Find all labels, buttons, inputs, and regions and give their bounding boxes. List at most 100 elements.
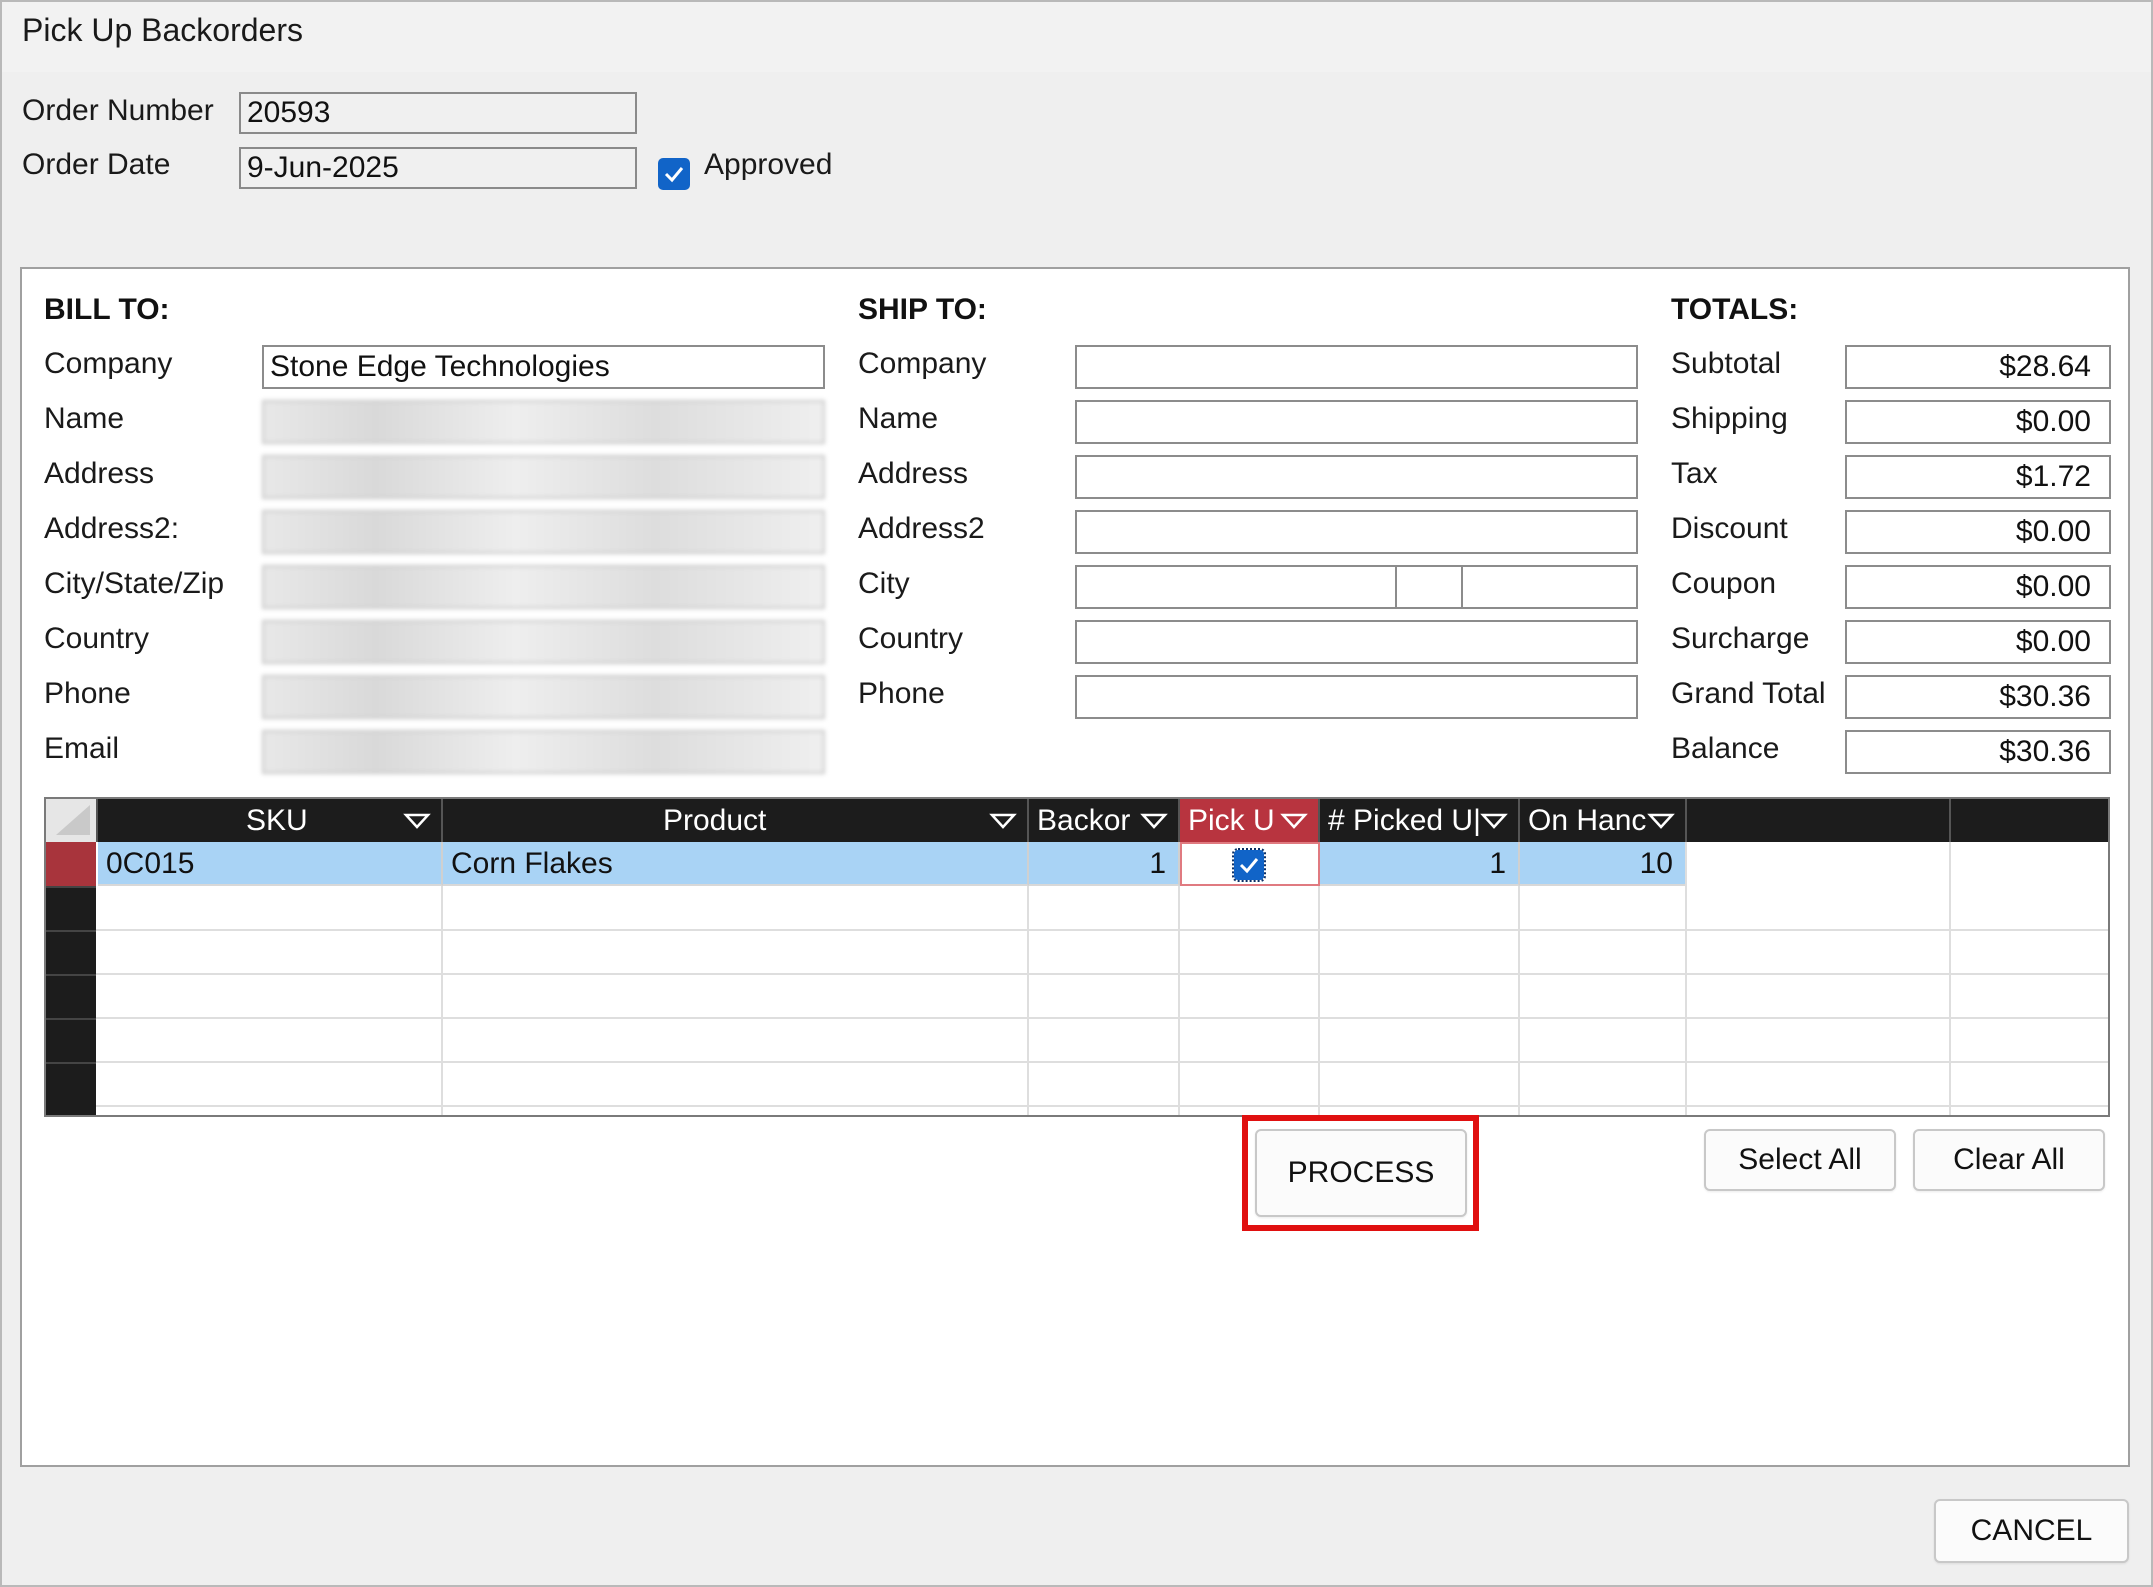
column-divider — [1949, 842, 1951, 1115]
filter-dropdown-icon[interactable] — [1280, 807, 1308, 833]
column-divider — [1027, 886, 1029, 1115]
backorder-grid[interactable]: SKU Product Backor Pick U # Picked U| On… — [44, 797, 2110, 1117]
column-header-product-label: Product — [663, 804, 767, 837]
column-divider — [441, 886, 443, 1115]
ship-company-field[interactable] — [1075, 345, 1638, 389]
ship-phone-label: Phone — [858, 677, 945, 710]
select-all-button-label: Select All — [1738, 1143, 1862, 1176]
clear-all-button-label: Clear All — [1953, 1143, 2065, 1176]
clear-all-button[interactable]: Clear All — [1913, 1129, 2105, 1191]
ship-country-field[interactable] — [1075, 620, 1638, 664]
tax-field: $1.72 — [1845, 455, 2111, 499]
balance-field: $30.36 — [1845, 730, 2111, 774]
discount-field: $0.00 — [1845, 510, 2111, 554]
bill-company-field[interactable]: Stone Edge Technologies — [262, 345, 825, 389]
bill-email-label: Email — [44, 732, 120, 765]
filter-dropdown-icon[interactable] — [1647, 807, 1675, 833]
current-row-indicator[interactable] — [46, 842, 96, 886]
order-date-field[interactable]: 9-Jun-2025 — [239, 147, 637, 189]
ship-to-header: SHIP TO: — [858, 293, 987, 326]
column-header-backorder-label: Backor — [1037, 804, 1131, 837]
order-number-field[interactable]: 20593 — [239, 92, 637, 134]
cell-sku[interactable]: 0C015 — [98, 842, 443, 886]
filter-dropdown-icon[interactable] — [403, 807, 431, 833]
order-number-label: Order Number — [22, 94, 214, 127]
column-divider — [1685, 842, 1687, 1115]
column-header-on-hand[interactable]: On Hanc — [1520, 799, 1687, 842]
row-selector-divider — [46, 1062, 96, 1064]
approved-checkbox[interactable] — [658, 158, 690, 190]
bill-address2-field[interactable] — [262, 510, 825, 554]
ship-city-field[interactable] — [1075, 565, 1397, 609]
coupon-field: $0.00 — [1845, 565, 2111, 609]
column-header-product[interactable]: Product — [443, 799, 1029, 842]
bill-email-field[interactable] — [262, 730, 825, 774]
cancel-button-label: CANCEL — [1970, 1514, 2093, 1547]
ship-zip-field[interactable] — [1461, 565, 1638, 609]
column-header-picked-up-label: # Picked U| — [1328, 804, 1481, 837]
row-divider — [96, 973, 2108, 975]
shipping-field: $0.00 — [1845, 400, 2111, 444]
cell-picked-up[interactable]: 1 — [1320, 842, 1520, 886]
column-header-backorder[interactable]: Backor — [1029, 799, 1180, 842]
row-divider — [96, 1017, 2108, 1019]
checkmark-icon — [664, 167, 684, 183]
column-header-pick-up-label: Pick U — [1188, 804, 1275, 837]
ship-address2-field[interactable] — [1075, 510, 1638, 554]
ship-city-label: City — [858, 567, 910, 600]
column-header-picked-up[interactable]: # Picked U| — [1320, 799, 1520, 842]
cell-backorder[interactable]: 1 — [1029, 842, 1180, 886]
row-divider — [96, 929, 2108, 931]
bill-address2-label: Address2: — [44, 512, 180, 545]
bill-phone-field[interactable] — [262, 675, 825, 719]
bill-address-field[interactable] — [262, 455, 825, 499]
bill-city-state-zip-label: City/State/Zip — [44, 567, 225, 600]
column-header-sku[interactable]: SKU — [98, 799, 443, 842]
column-header-pick-up[interactable]: Pick U — [1180, 799, 1320, 842]
bill-country-field[interactable] — [262, 620, 825, 664]
row-divider — [96, 1061, 2108, 1063]
cell-product[interactable]: Corn Flakes — [443, 842, 1029, 886]
cell-pick-up[interactable] — [1180, 842, 1320, 886]
grid-corner[interactable] — [46, 799, 98, 842]
grand-total-field: $30.36 — [1845, 675, 2111, 719]
subtotal-label: Subtotal — [1671, 347, 1782, 380]
order-details-panel: BILL TO: Company Stone Edge Technologies… — [20, 267, 2130, 1467]
select-all-button[interactable]: Select All — [1704, 1129, 1896, 1191]
surcharge-label: Surcharge — [1671, 622, 1810, 655]
bill-city-state-zip-field[interactable] — [262, 565, 825, 609]
grand-total-label: Grand Total — [1671, 677, 1826, 710]
ship-state-field[interactable] — [1395, 565, 1463, 609]
column-divider — [1318, 886, 1320, 1115]
filter-dropdown-icon[interactable] — [989, 807, 1017, 833]
column-header-sku-label: SKU — [246, 804, 308, 837]
order-date-label: Order Date — [22, 148, 171, 181]
totals-header: TOTALS: — [1671, 293, 1799, 326]
row-selector-divider — [46, 930, 96, 932]
ship-address2-label: Address2 — [858, 512, 985, 545]
row-selector-divider — [46, 886, 96, 888]
filter-dropdown-icon[interactable] — [1140, 807, 1168, 833]
surcharge-field: $0.00 — [1845, 620, 2111, 664]
bill-name-label: Name — [44, 402, 125, 435]
pick-up-checkbox[interactable] — [1232, 848, 1266, 882]
approved-label: Approved — [704, 148, 833, 181]
bill-company-label: Company — [44, 347, 173, 380]
cell-on-hand[interactable]: 10 — [1520, 842, 1687, 886]
coupon-label: Coupon — [1671, 567, 1777, 600]
ship-name-field[interactable] — [1075, 400, 1638, 444]
bill-address-label: Address — [44, 457, 155, 490]
ship-address-field[interactable] — [1075, 455, 1638, 499]
cancel-button[interactable]: CANCEL — [1934, 1499, 2129, 1563]
column-header-empty-2 — [1951, 799, 2108, 842]
bill-name-field[interactable] — [262, 400, 825, 444]
bill-country-label: Country — [44, 622, 150, 655]
column-header-empty-1 — [1687, 799, 1951, 842]
column-divider — [1178, 886, 1180, 1115]
ship-phone-field[interactable] — [1075, 675, 1638, 719]
filter-dropdown-icon[interactable] — [1480, 807, 1508, 833]
process-button-highlight — [1242, 1115, 1479, 1231]
checkmark-icon — [1239, 858, 1259, 874]
shipping-label: Shipping — [1671, 402, 1788, 435]
ship-company-label: Company — [858, 347, 987, 380]
